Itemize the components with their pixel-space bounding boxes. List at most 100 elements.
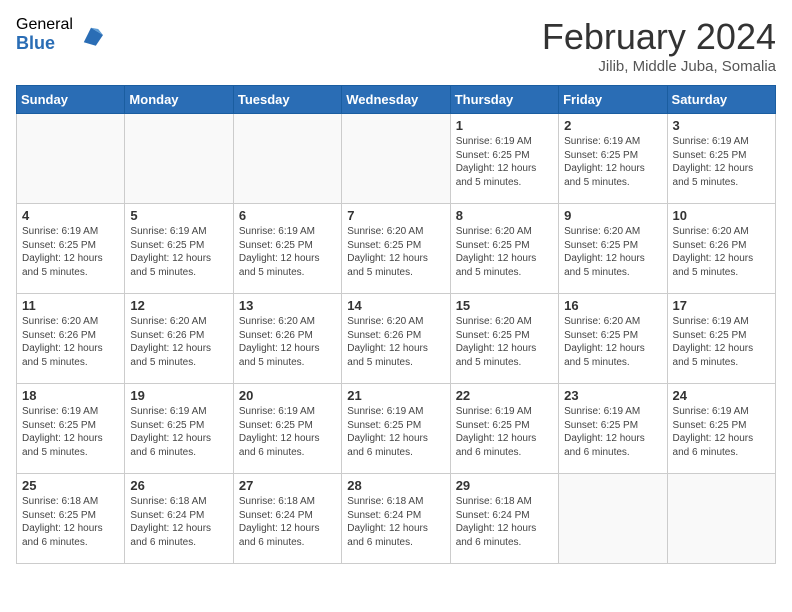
logo: General Blue xyxy=(16,16,103,53)
day-number: 27 xyxy=(239,478,336,493)
calendar-cell: 13Sunrise: 6:20 AM Sunset: 6:26 PM Dayli… xyxy=(233,294,341,384)
day-number: 15 xyxy=(456,298,553,313)
day-info: Sunrise: 6:20 AM Sunset: 6:26 PM Dayligh… xyxy=(130,315,227,369)
day-number: 23 xyxy=(564,388,661,403)
calendar-cell xyxy=(342,114,450,204)
calendar-cell: 6 Sunrise: 6:19 AM Sunset: 6:25 PM Daylig… xyxy=(233,204,341,294)
calendar-cell: 24 Sunrise: 6:19 AM Sunset: 6:25 PM Dayli… xyxy=(667,384,775,474)
day-info: Sunrise: 6:18 AM Sunset: 6:24 PM Dayligh… xyxy=(239,495,336,549)
logo-blue: Blue xyxy=(16,34,73,54)
day-number: 24 xyxy=(673,388,770,403)
day-info: Sunrise: 6:18 AM Sunset: 6:24 PM Dayligh… xyxy=(130,495,227,549)
page-header: General Blue February 2024 Jilib, Middle… xyxy=(16,16,776,75)
day-info: Sunrise: 6:19 AM Sunset: 6:25 PM Dayligh… xyxy=(22,405,119,459)
calendar-table: SundayMondayTuesdayWednesdayThursdayFrid… xyxy=(16,85,776,564)
calendar-header-row: SundayMondayTuesdayWednesdayThursdayFrid… xyxy=(17,86,776,114)
day-header-friday: Friday xyxy=(559,86,667,114)
logo-text: General Blue xyxy=(16,16,73,53)
calendar-week-row: 11 Sunrise: 6:20 AM Sunset: 6:26 PM Dayli… xyxy=(17,294,776,384)
day-header-sunday: Sunday xyxy=(17,86,125,114)
calendar-cell xyxy=(125,114,233,204)
day-header-saturday: Saturday xyxy=(667,86,775,114)
day-info: Sunrise: 6:20 AM Sunset: 6:25 PM Dayligh… xyxy=(456,315,553,369)
calendar-cell: 1 Sunrise: 6:19 AM Sunset: 6:25 PM Daylig… xyxy=(450,114,558,204)
day-number: 18 xyxy=(22,388,119,403)
day-number: 8 xyxy=(456,208,553,223)
calendar-cell: 16Sunrise: 6:20 AM Sunset: 6:25 PM Dayli… xyxy=(559,294,667,384)
day-number: 29 xyxy=(456,478,553,493)
day-info: Sunrise: 6:20 AM Sunset: 6:25 PM Dayligh… xyxy=(347,225,444,279)
day-number: 2 xyxy=(564,118,661,133)
calendar-cell: 29Sunrise: 6:18 AM Sunset: 6:24 PM Dayli… xyxy=(450,474,558,564)
day-info: Sunrise: 6:19 AM Sunset: 6:25 PM Dayligh… xyxy=(130,225,227,279)
calendar-cell: 28Sunrise: 6:18 AM Sunset: 6:24 PM Dayli… xyxy=(342,474,450,564)
calendar-cell: 12 Sunrise: 6:20 AM Sunset: 6:26 PM Dayli… xyxy=(125,294,233,384)
calendar-cell: 21Sunrise: 6:19 AM Sunset: 6:25 PM Dayli… xyxy=(342,384,450,474)
day-info: Sunrise: 6:19 AM Sunset: 6:25 PM Dayligh… xyxy=(673,315,770,369)
day-info: Sunrise: 6:19 AM Sunset: 6:25 PM Dayligh… xyxy=(456,135,553,189)
calendar-cell xyxy=(559,474,667,564)
day-number: 14 xyxy=(347,298,444,313)
day-info: Sunrise: 6:19 AM Sunset: 6:25 PM Dayligh… xyxy=(239,225,336,279)
calendar-cell: 17 Sunrise: 6:19 AM Sunset: 6:25 PM Dayli… xyxy=(667,294,775,384)
day-number: 4 xyxy=(22,208,119,223)
day-number: 6 xyxy=(239,208,336,223)
day-number: 10 xyxy=(673,208,770,223)
day-info: Sunrise: 6:20 AM Sunset: 6:26 PM Dayligh… xyxy=(239,315,336,369)
calendar-title: February 2024 xyxy=(542,16,776,58)
day-info: Sunrise: 6:18 AM Sunset: 6:24 PM Dayligh… xyxy=(347,495,444,549)
calendar-cell: 23 Sunrise: 6:19 AM Sunset: 6:25 PM Dayli… xyxy=(559,384,667,474)
day-number: 19 xyxy=(130,388,227,403)
day-number: 25 xyxy=(22,478,119,493)
day-info: Sunrise: 6:19 AM Sunset: 6:25 PM Dayligh… xyxy=(564,405,661,459)
calendar-cell: 18 Sunrise: 6:19 AM Sunset: 6:25 PM Dayli… xyxy=(17,384,125,474)
day-info: Sunrise: 6:19 AM Sunset: 6:25 PM Dayligh… xyxy=(130,405,227,459)
day-info: Sunrise: 6:18 AM Sunset: 6:25 PM Dayligh… xyxy=(22,495,119,549)
calendar-cell xyxy=(233,114,341,204)
calendar-cell: 9 Sunrise: 6:20 AM Sunset: 6:25 PM Daylig… xyxy=(559,204,667,294)
day-info: Sunrise: 6:19 AM Sunset: 6:25 PM Dayligh… xyxy=(564,135,661,189)
day-info: Sunrise: 6:19 AM Sunset: 6:25 PM Dayligh… xyxy=(673,405,770,459)
day-info: Sunrise: 6:20 AM Sunset: 6:26 PM Dayligh… xyxy=(22,315,119,369)
calendar-cell: 5 Sunrise: 6:19 AM Sunset: 6:25 PM Daylig… xyxy=(125,204,233,294)
day-info: Sunrise: 6:19 AM Sunset: 6:25 PM Dayligh… xyxy=(456,405,553,459)
title-area: February 2024 Jilib, Middle Juba, Somali… xyxy=(542,16,776,75)
day-number: 21 xyxy=(347,388,444,403)
day-info: Sunrise: 6:19 AM Sunset: 6:25 PM Dayligh… xyxy=(239,405,336,459)
day-header-thursday: Thursday xyxy=(450,86,558,114)
day-number: 12 xyxy=(130,298,227,313)
calendar-cell: 14 Sunrise: 6:20 AM Sunset: 6:26 PM Dayli… xyxy=(342,294,450,384)
day-number: 9 xyxy=(564,208,661,223)
logo-icon xyxy=(79,23,103,47)
day-info: Sunrise: 6:20 AM Sunset: 6:25 PM Dayligh… xyxy=(564,225,661,279)
day-info: Sunrise: 6:20 AM Sunset: 6:26 PM Dayligh… xyxy=(347,315,444,369)
calendar-cell xyxy=(667,474,775,564)
day-info: Sunrise: 6:19 AM Sunset: 6:25 PM Dayligh… xyxy=(22,225,119,279)
calendar-cell xyxy=(17,114,125,204)
calendar-week-row: 4 Sunrise: 6:19 AM Sunset: 6:25 PM Daylig… xyxy=(17,204,776,294)
day-number: 1 xyxy=(456,118,553,133)
calendar-cell: 19 Sunrise: 6:19 AM Sunset: 6:25 PM Dayli… xyxy=(125,384,233,474)
calendar-cell: 10 Sunrise: 6:20 AM Sunset: 6:26 PM Dayli… xyxy=(667,204,775,294)
day-number: 7 xyxy=(347,208,444,223)
day-header-wednesday: Wednesday xyxy=(342,86,450,114)
calendar-cell: 20Sunrise: 6:19 AM Sunset: 6:25 PM Dayli… xyxy=(233,384,341,474)
day-number: 5 xyxy=(130,208,227,223)
calendar-cell: 3Sunrise: 6:19 AM Sunset: 6:25 PM Daylig… xyxy=(667,114,775,204)
day-number: 17 xyxy=(673,298,770,313)
logo-general: General xyxy=(16,16,73,34)
calendar-week-row: 1 Sunrise: 6:19 AM Sunset: 6:25 PM Daylig… xyxy=(17,114,776,204)
day-number: 11 xyxy=(22,298,119,313)
day-info: Sunrise: 6:19 AM Sunset: 6:25 PM Dayligh… xyxy=(673,135,770,189)
day-info: Sunrise: 6:20 AM Sunset: 6:26 PM Dayligh… xyxy=(673,225,770,279)
calendar-subtitle: Jilib, Middle Juba, Somalia xyxy=(542,58,776,75)
day-number: 16 xyxy=(564,298,661,313)
calendar-cell: 7 Sunrise: 6:20 AM Sunset: 6:25 PM Daylig… xyxy=(342,204,450,294)
day-info: Sunrise: 6:20 AM Sunset: 6:25 PM Dayligh… xyxy=(456,225,553,279)
calendar-cell: 2 Sunrise: 6:19 AM Sunset: 6:25 PM Daylig… xyxy=(559,114,667,204)
day-number: 22 xyxy=(456,388,553,403)
calendar-cell: 26Sunrise: 6:18 AM Sunset: 6:24 PM Dayli… xyxy=(125,474,233,564)
calendar-cell: 8 Sunrise: 6:20 AM Sunset: 6:25 PM Daylig… xyxy=(450,204,558,294)
calendar-cell: 25 Sunrise: 6:18 AM Sunset: 6:25 PM Dayli… xyxy=(17,474,125,564)
calendar-cell: 4 Sunrise: 6:19 AM Sunset: 6:25 PM Daylig… xyxy=(17,204,125,294)
